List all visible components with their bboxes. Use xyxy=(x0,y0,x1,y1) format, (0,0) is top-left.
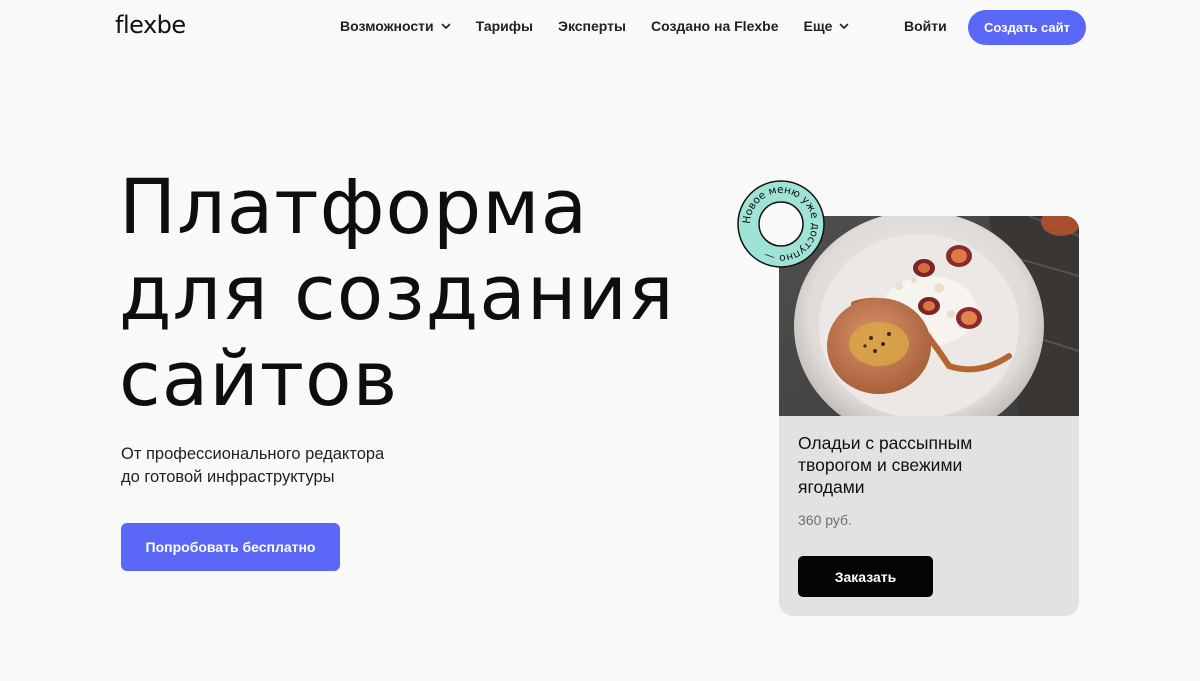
nav-item-label: Тарифы xyxy=(475,18,533,34)
nav-item-label: Эксперты xyxy=(557,18,626,34)
nav-item-showcase[interactable]: Создано на Flexbe xyxy=(651,18,779,34)
chevron-down-icon xyxy=(839,21,849,31)
nav-item-pricing[interactable]: Тарифы xyxy=(476,18,533,34)
create-site-button[interactable]: Создать сайт xyxy=(968,10,1086,45)
order-button[interactable]: Заказать xyxy=(798,556,933,597)
hero-title-line: для создания xyxy=(119,248,675,337)
main-nav: Возможности Тарифы Эксперты Создано на F… xyxy=(340,18,874,34)
try-free-button[interactable]: Попробовать бесплатно xyxy=(121,523,340,571)
nav-item-more[interactable]: Еще xyxy=(803,18,849,34)
product-title-line: творогом и свежими xyxy=(798,455,963,475)
new-menu-badge: Новое меню уже доступно — xyxy=(737,180,825,268)
nav-item-label: Еще xyxy=(803,18,833,34)
hero-title-line: сайтов xyxy=(119,334,399,423)
nav-item-label: Создано на Flexbe xyxy=(650,18,779,34)
login-link[interactable]: Войти xyxy=(904,18,947,34)
hero-title: Платформа для создания сайтов xyxy=(119,164,675,422)
hero-subtitle-line: до готовой инфраструктуры xyxy=(121,468,335,486)
flexbe-logo[interactable]: flexbe xyxy=(115,11,186,39)
nav-item-features[interactable]: Возможности xyxy=(340,18,451,34)
product-title-line: ягодами xyxy=(798,477,865,497)
product-price: 360 руб. xyxy=(798,512,852,528)
site-header: flexbe Возможности Тарифы Эксперты Созда… xyxy=(0,0,1200,54)
chevron-down-icon xyxy=(441,21,451,31)
product-title: Оладьи с рассыпным творогом и свежими яг… xyxy=(798,432,1060,498)
product-card: Оладьи с рассыпным творогом и свежими яг… xyxy=(779,216,1079,616)
nav-item-experts[interactable]: Эксперты xyxy=(558,18,626,34)
hero-subtitle-line: От профессионального редактора xyxy=(121,445,385,463)
hero-subtitle: От профессионального редактора до готово… xyxy=(121,443,384,489)
product-title-line: Оладьи с рассыпным xyxy=(798,433,973,453)
hero-title-line: Платформа xyxy=(119,162,589,251)
nav-item-label: Возможности xyxy=(340,18,434,34)
